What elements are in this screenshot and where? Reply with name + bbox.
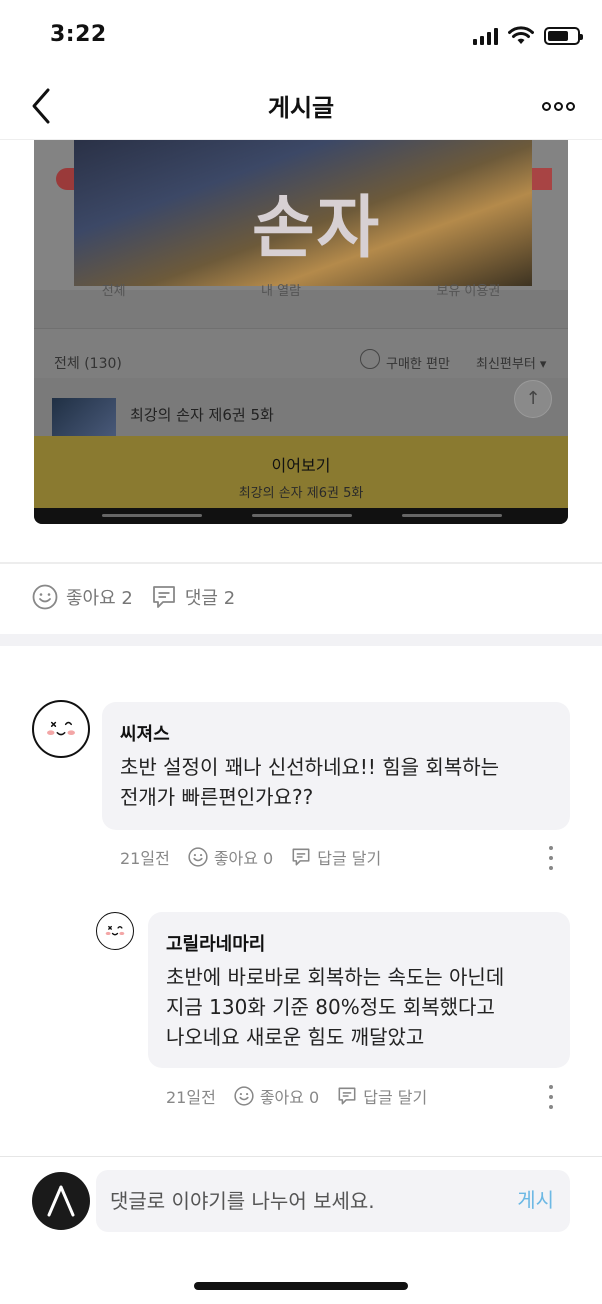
comment-icon (292, 848, 310, 866)
kebab-icon[interactable] (546, 846, 556, 870)
comment-time: 21일전 (166, 1088, 216, 1107)
comment-icon (152, 586, 175, 608)
comment-button[interactable]: 댓글 2 (151, 584, 235, 610)
status-time: 3:22 (50, 22, 107, 47)
image-list-header: 전체 (130) 구매한 편만 최신편부터 ▾ (34, 328, 568, 378)
comment-like-button[interactable]: 좋아요 0 (234, 1084, 319, 1108)
continue-sub: 최강의 손자 제6권 5화 (238, 486, 364, 501)
image-filter-label: 구매한 편만 (386, 357, 450, 372)
image-bottom-bar (34, 508, 568, 524)
my-avatar[interactable] (32, 1172, 90, 1230)
like-count: 좋아요 2 (66, 588, 133, 609)
smile-icon (188, 847, 208, 867)
image-tab: 내 열람 (260, 284, 301, 299)
avatar[interactable] (96, 912, 134, 950)
home-indicator (194, 1282, 408, 1290)
face-icon (47, 721, 75, 736)
divider (0, 562, 602, 564)
nav-bar: 게시글 (0, 72, 602, 140)
wifi-icon (508, 26, 534, 44)
avatar[interactable] (32, 700, 90, 758)
image-tab: 보유 이용권 (436, 284, 501, 299)
image-episode-row: 최강의 손자 제6권 5화 ↑ (34, 378, 568, 438)
status-bar: 3:22 (0, 0, 602, 72)
continue-label: 이어보기 (271, 456, 331, 475)
comment-reply-button[interactable]: 답글 달기 (337, 1084, 427, 1108)
comment-count: 댓글 2 (184, 588, 236, 609)
composer-divider (0, 1156, 602, 1157)
comment-author[interactable]: 고릴라네마리 (166, 930, 265, 956)
kebab-icon[interactable] (546, 1085, 556, 1109)
smile-icon (32, 584, 58, 610)
signal-icon (473, 27, 498, 45)
comment-input[interactable] (110, 1184, 490, 1218)
cover-title: 손자 (252, 188, 382, 268)
post-button[interactable]: 게시 (517, 1184, 554, 1213)
post-image[interactable]: 손자 전체 내 열람 보유 이용권 전체 (130) 구매한 편만 최신편부터 … (34, 140, 568, 524)
face-icon (105, 925, 125, 936)
radio-icon (360, 349, 380, 369)
comment-meta: 21일전 좋아요 0 답글 달기 (166, 1084, 445, 1108)
image-list-total: 전체 (130) (54, 356, 122, 372)
episode-title: 최강의 손자 제6권 5화 (130, 406, 274, 424)
image-tab: 전체 (101, 284, 126, 299)
comment-reply-button[interactable]: 답글 달기 (291, 845, 381, 869)
comment-author[interactable]: 씨져스 (120, 720, 170, 746)
smile-icon (234, 1086, 254, 1106)
battery-icon (544, 27, 583, 45)
like-button[interactable]: 좋아요 2 (32, 584, 133, 610)
more-icon (541, 101, 551, 111)
section-divider (0, 634, 602, 646)
more-button[interactable] (538, 92, 578, 120)
comment-composer: 게시 (96, 1170, 570, 1232)
episode-thumbnail (52, 398, 116, 438)
image-sort-label: 최신편부터 ▾ (476, 357, 547, 372)
page-title: 게시글 (267, 94, 335, 122)
comment-icon (338, 1087, 356, 1105)
comment-time: 21일전 (120, 849, 170, 868)
post-reactions: 좋아요 2 댓글 2 (32, 584, 235, 610)
comment-text: 초반에 바로바로 회복하는 속도는 아닌데 지금 130화 기준 80%정도 회… (166, 965, 505, 1049)
image-header: 손자 (34, 140, 568, 290)
status-icons (473, 26, 583, 46)
comment-like-button[interactable]: 좋아요 0 (188, 845, 273, 869)
comment-meta: 21일전 좋아요 0 답글 달기 (120, 845, 399, 869)
image-continue-banner: 이어보기 최강의 손자 제6권 5화 (34, 436, 568, 508)
cover-art: 손자 (74, 140, 532, 286)
comment-text: 초반 설정이 꽤나 신선하네요!! 힘을 회복하는 전개가 빠른편인가요?? (120, 755, 500, 809)
logo-icon (47, 1185, 75, 1217)
image-tabs: 전체 내 열람 보유 이용권 (34, 280, 568, 310)
scroll-top-icon: ↑ (514, 380, 552, 418)
